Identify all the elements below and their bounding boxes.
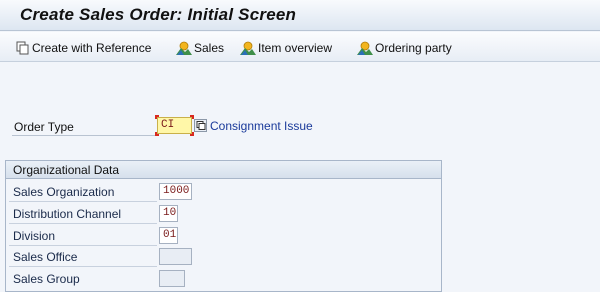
sales-office-input[interactable] <box>159 248 192 265</box>
division-input[interactable]: 01 <box>159 227 178 244</box>
order-type-underline <box>12 135 155 136</box>
row-divider <box>9 201 157 202</box>
group-header: Organizational Data <box>6 161 441 179</box>
ordering-party-label: Ordering party <box>375 41 452 55</box>
main-content: Order Type CI Consignment Issue Organiza… <box>0 63 600 292</box>
required-marker <box>155 132 159 136</box>
copy-document-icon <box>16 41 29 55</box>
row-divider <box>9 266 157 267</box>
landscape-icon <box>176 41 192 55</box>
order-type-description: Consignment Issue <box>210 119 313 133</box>
value-help-icon[interactable] <box>194 119 207 132</box>
sales-group-input[interactable] <box>159 270 185 287</box>
create-with-reference-button[interactable]: Create with Reference <box>16 40 151 56</box>
ordering-party-button[interactable]: Ordering party <box>357 40 452 56</box>
organizational-data-group: Organizational Data Sales Organization 1… <box>5 160 442 292</box>
sales-button[interactable]: Sales <box>176 40 224 56</box>
order-type-input[interactable]: CI <box>157 117 192 134</box>
application-toolbar: Create with Reference Sales Item overvie… <box>0 32 600 62</box>
page-title: Create Sales Order: Initial Screen <box>20 5 297 24</box>
sales-organization-input[interactable]: 1000 <box>159 183 192 200</box>
division-label: Division <box>13 229 56 243</box>
item-overview-button[interactable]: Item overview <box>240 40 332 56</box>
create-with-reference-label: Create with Reference <box>32 41 152 55</box>
title-bar: Create Sales Order: Initial Screen <box>0 0 600 31</box>
required-marker <box>155 115 159 119</box>
sales-office-label: Sales Office <box>13 250 78 264</box>
sales-group-label: Sales Group <box>13 272 80 286</box>
order-type-label: Order Type <box>14 120 74 134</box>
distribution-channel-label: Distribution Channel <box>13 207 122 221</box>
landscape-icon <box>240 41 256 55</box>
distribution-channel-input[interactable]: 10 <box>159 205 178 222</box>
sales-organization-label: Sales Organization <box>13 185 115 199</box>
item-overview-label: Item overview <box>258 41 333 55</box>
group-title: Organizational Data <box>13 163 120 177</box>
row-divider <box>9 245 157 246</box>
required-marker <box>190 132 194 136</box>
landscape-icon <box>357 41 373 55</box>
row-divider <box>9 223 157 224</box>
sales-label: Sales <box>194 41 225 55</box>
